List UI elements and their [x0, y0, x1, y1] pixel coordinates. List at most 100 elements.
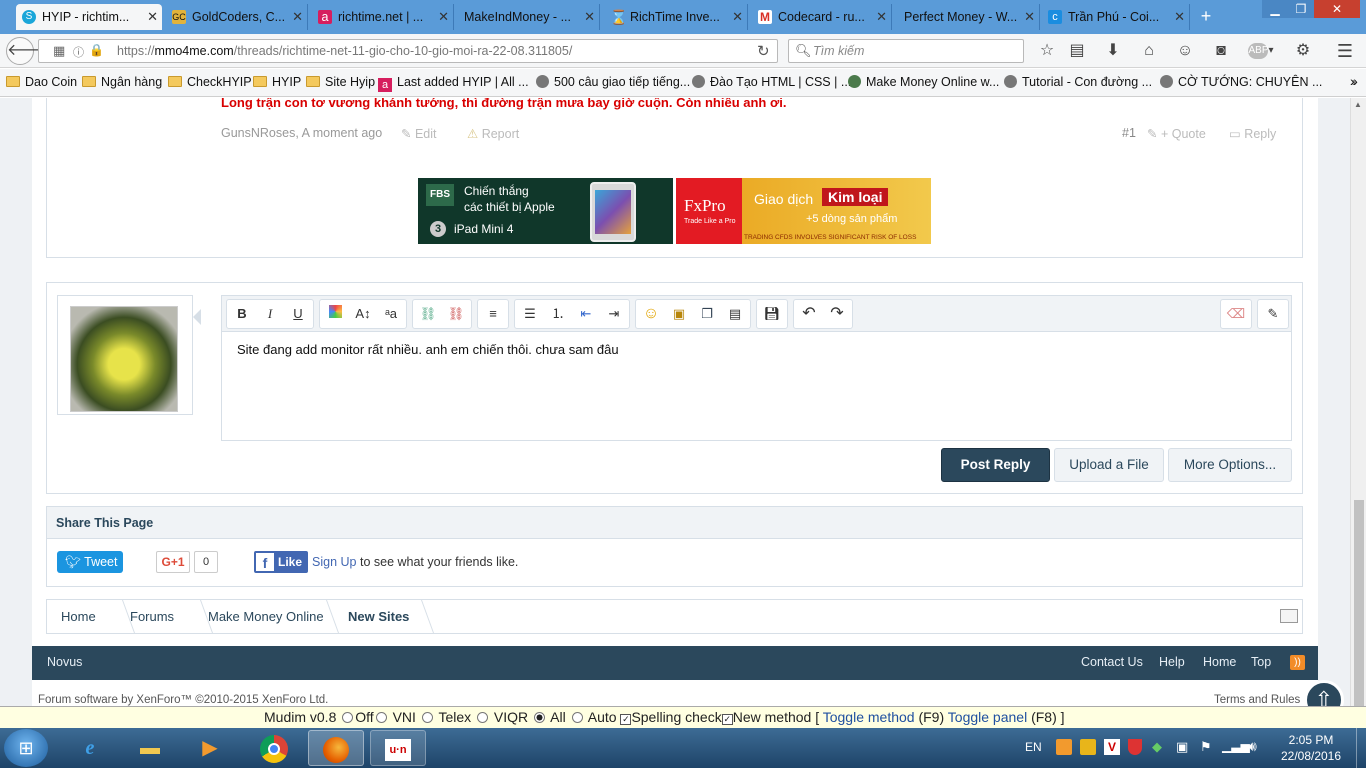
search-bar[interactable]: 🔍︎ Tìm kiếm [788, 39, 1024, 63]
shield-icon[interactable] [1128, 739, 1142, 755]
close-window-button[interactable]: ✕ [1314, 0, 1360, 18]
scroll-to-top-icon[interactable]: ⇧ [1304, 680, 1344, 706]
avatar[interactable] [70, 306, 178, 412]
tray-app-icon[interactable] [1056, 739, 1072, 755]
tab-richtime-net[interactable]: a richtime.net | ... ✕ [312, 4, 454, 30]
google-plus-button[interactable]: G+1 [156, 551, 190, 573]
action-center-flag-icon[interactable]: ⚑ [1200, 739, 1216, 755]
numbered-list-icon[interactable]: ⒈ [545, 300, 571, 328]
tab-codecard[interactable]: M Codecard - ru... ✕ [752, 4, 892, 30]
upload-file-button[interactable]: Upload a File [1054, 448, 1164, 482]
post-author[interactable]: GunsNRoses [221, 126, 295, 140]
bookmark-dao-tao-html[interactable]: Đào Tạo HTML | CSS | ... [692, 75, 851, 89]
fxpro-ad-banner[interactable]: FxPro Trade Like a Pro Giao dịch Kim loạ… [676, 178, 931, 244]
remove-formatting-icon[interactable]: ⌫ [1223, 300, 1249, 328]
breadcrumb-make-money-online[interactable]: Make Money Online [208, 600, 324, 634]
undo-icon[interactable]: ↶ [796, 300, 822, 328]
chat-icon[interactable]: ☺ [1172, 39, 1198, 63]
new-tab-button[interactable]: + [1196, 4, 1216, 28]
unlink-icon[interactable]: ⛓ [443, 300, 469, 328]
bookmarks-overflow-icon[interactable]: › [1352, 75, 1356, 89]
bookmark-tutorial[interactable]: Tutorial - Con đường ... [1004, 75, 1152, 89]
footer-contact-us[interactable]: Contact Us [1081, 655, 1143, 669]
save-draft-icon[interactable]: 💾︎ [759, 300, 785, 328]
mudim-radio-auto[interactable] [571, 712, 583, 723]
breadcrumb-home[interactable]: Home [61, 600, 96, 634]
tab-close-icon[interactable]: ✕ [1024, 4, 1035, 30]
terms-link[interactable]: Terms and Rules [1214, 694, 1300, 706]
menu-icon[interactable]: ☰ [1332, 39, 1358, 63]
post-number[interactable]: #1 [1122, 126, 1136, 140]
bookmark-co-tuong[interactable]: CỜ TƯỚNG: CHUYÊN ... [1160, 75, 1322, 89]
facebook-signup-link[interactable]: Sign Up [312, 555, 356, 569]
maximize-window-button[interactable]: ❐ [1288, 0, 1314, 18]
bookmark-hyip[interactable]: HYIP [253, 75, 301, 89]
redo-icon[interactable]: ↷ [824, 300, 850, 328]
post-time[interactable]: A moment ago [302, 126, 383, 140]
tab-hyip[interactable]: S HYIP - richtim... ✕ [16, 4, 162, 30]
tab-close-icon[interactable]: ✕ [147, 4, 158, 30]
tab-close-icon[interactable]: ✕ [1174, 4, 1185, 30]
system-time[interactable]: 2:05 PM [1276, 733, 1346, 747]
page-info-icon[interactable]: ▦ [53, 43, 65, 59]
mudim-radio-viqr[interactable] [477, 712, 489, 723]
url-bar[interactable]: ▦ ⓘ 🔒 https://mmo4me.com/threads/richtim… [38, 39, 778, 63]
pocket-icon[interactable]: ◙ [1208, 39, 1234, 63]
bookmark-dao-coin[interactable]: Dao Coin [6, 75, 77, 89]
font-size-icon[interactable]: A↕ [350, 300, 376, 328]
insert-more-icon[interactable]: ▤ [722, 300, 748, 328]
edit-link[interactable]: ✎ Edit [401, 126, 437, 141]
tab-close-icon[interactable]: ✕ [732, 4, 743, 30]
tweet-button[interactable]: 🐦︎ Tweet [57, 551, 123, 573]
unikey-icon[interactable]: u·n [370, 730, 426, 766]
tab-close-icon[interactable]: ✕ [292, 4, 303, 30]
bookmark-last-added-hyip[interactable]: a Last added HYIP | All ... [378, 75, 529, 92]
underline-button[interactable]: U [285, 300, 311, 328]
tray-monitor-icon[interactable]: ▣ [1176, 739, 1192, 755]
reading-list-icon[interactable]: ▤ [1064, 39, 1090, 63]
tab-close-icon[interactable]: ✕ [876, 4, 887, 30]
post-reply-button[interactable]: Post Reply [941, 448, 1050, 482]
fbs-ad-banner[interactable]: FBS Chiến thắng các thiết bị Apple 3 iPa… [418, 178, 673, 244]
more-options-button[interactable]: More Options... [1168, 448, 1292, 482]
facebook-like-button[interactable]: f Like [254, 551, 308, 573]
back-button[interactable]: 🡐 [6, 37, 50, 65]
mudim-radio-telex[interactable] [421, 712, 433, 723]
bookmark-make-money-online[interactable]: Make Money Online w... [848, 75, 999, 89]
footer-top[interactable]: Top [1251, 655, 1271, 669]
language-indicator[interactable]: EN [1025, 740, 1042, 754]
editor-content[interactable]: Site đang add monitor rất nhiều. anh em … [237, 342, 619, 357]
tab-goldcoders[interactable]: GC GoldCoders, C... ✕ [166, 4, 308, 30]
rss-icon[interactable]: )) [1290, 655, 1305, 670]
bookmark-500-cau[interactable]: 500 câu giao tiếp tiếng... [536, 75, 690, 89]
page-scrollbar[interactable]: ▲ ▼ [1350, 98, 1366, 728]
tray-network-app-icon[interactable]: ◆ [1152, 739, 1168, 755]
toggle-panel-link[interactable]: Toggle panel [948, 709, 1027, 725]
indent-icon[interactable]: ⇥ [601, 300, 627, 328]
italic-button[interactable]: I [257, 300, 283, 328]
bookmark-ngan-hang[interactable]: Ngân hàng [82, 75, 162, 89]
spelling-check-checkbox[interactable]: ✓ [620, 714, 632, 725]
tab-tran-phu[interactable]: c Trần Phú - Coi... ✕ [1042, 4, 1190, 30]
toggle-method-link[interactable]: Toggle method [823, 709, 915, 725]
reload-icon[interactable]: ↻ [757, 42, 770, 60]
tab-makeindmoney[interactable]: MakeIndMoney - ... ✕ [454, 4, 600, 30]
tray-app-icon[interactable] [1080, 739, 1096, 755]
footer-home[interactable]: Home [1203, 655, 1236, 669]
extension-icon[interactable]: ⚙ [1290, 39, 1316, 63]
font-family-icon[interactable]: ᵃa [378, 300, 404, 328]
reply-link[interactable]: ▭ Reply [1229, 126, 1276, 141]
bookmark-site-hyip[interactable]: Site Hyip [306, 75, 375, 89]
tab-close-icon[interactable]: ✕ [438, 4, 449, 30]
home-icon[interactable]: ⌂ [1136, 39, 1162, 63]
scrollbar-thumb[interactable] [1354, 500, 1364, 710]
mudim-radio-all[interactable] [534, 712, 546, 723]
copyright[interactable]: Forum software by XenForo™ ©2010-2015 Xe… [38, 694, 328, 706]
mudim-radio-vni[interactable] [375, 712, 387, 723]
align-icon[interactable]: ≡ [480, 300, 506, 328]
toggle-bbcode-icon[interactable]: ✎ [1260, 300, 1286, 328]
breadcrumb-forums[interactable]: Forums [130, 600, 174, 634]
color-palette-icon[interactable] [322, 300, 348, 328]
breadcrumb-new-sites[interactable]: New Sites [348, 600, 409, 634]
bold-button[interactable]: B [229, 300, 255, 328]
